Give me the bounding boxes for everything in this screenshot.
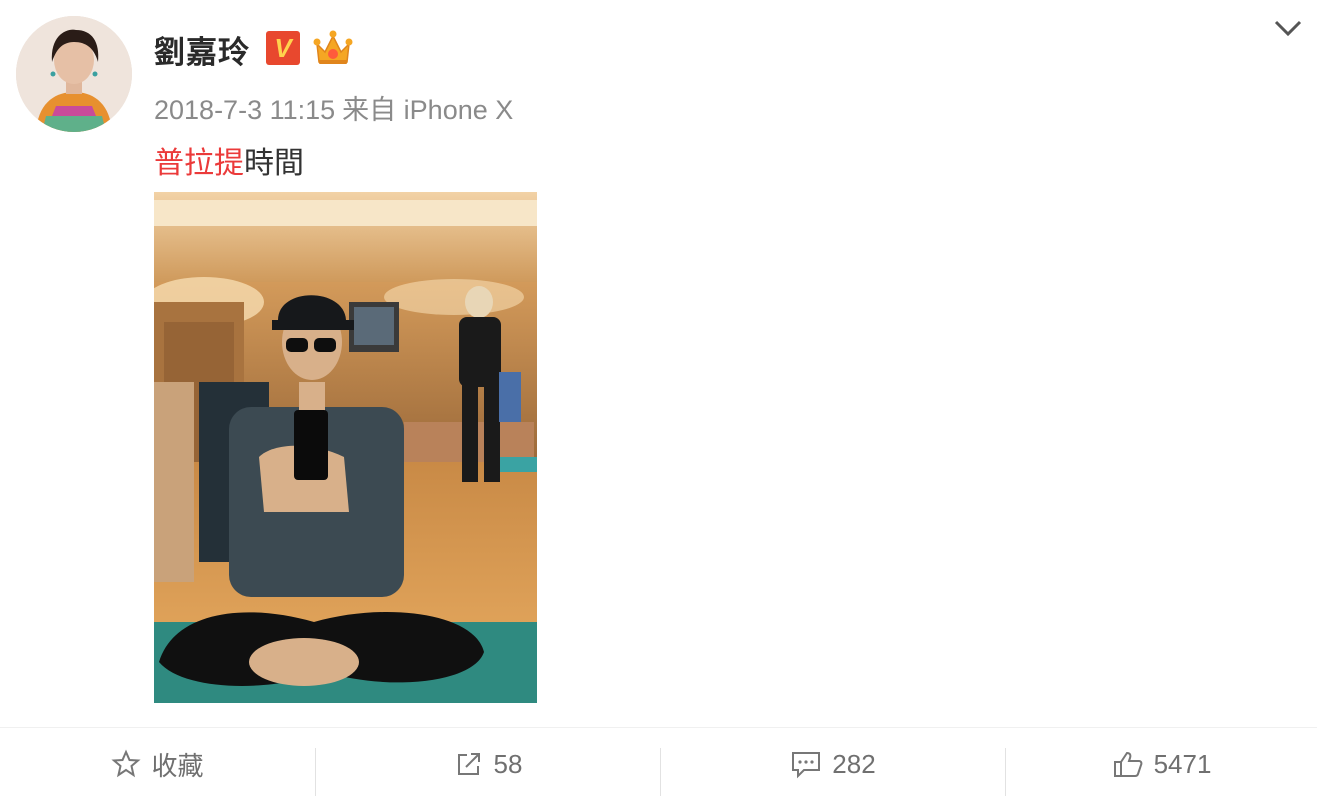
author-name[interactable]: 劉嘉玲 bbox=[154, 27, 250, 72]
comment-count: 282 bbox=[832, 748, 876, 779]
source-prefix: 来自 bbox=[342, 95, 397, 125]
action-bar: 收藏 58 282 5471 bbox=[0, 727, 1317, 800]
repost-button[interactable]: 58 bbox=[316, 728, 660, 800]
avatar-image bbox=[16, 16, 132, 132]
like-button[interactable]: 5471 bbox=[1006, 728, 1317, 800]
expand-chevron-icon[interactable] bbox=[1272, 14, 1304, 42]
comment-icon bbox=[792, 752, 821, 779]
comment-button[interactable]: 282 bbox=[661, 728, 1005, 800]
post-text: 普拉提時間 bbox=[154, 138, 304, 182]
source-device[interactable]: iPhone X bbox=[404, 95, 514, 125]
thumbs-up-icon bbox=[1113, 751, 1142, 777]
post-meta: 2018-7-3 11:15 来自 iPhone X bbox=[154, 88, 513, 127]
topic-link[interactable]: 普拉提 bbox=[154, 147, 244, 180]
crown-icon[interactable] bbox=[311, 26, 355, 68]
like-count: 5471 bbox=[1153, 748, 1212, 779]
favorite-label: 收藏 bbox=[151, 750, 204, 781]
timestamp[interactable]: 2018-7-3 11:15 bbox=[154, 95, 335, 125]
post-photo bbox=[154, 192, 537, 703]
post-image[interactable] bbox=[154, 192, 537, 703]
share-icon bbox=[457, 753, 480, 775]
star-icon bbox=[111, 749, 142, 778]
avatar[interactable] bbox=[16, 16, 132, 132]
verified-icon[interactable]: V bbox=[266, 31, 300, 65]
favorite-button[interactable]: 收藏 bbox=[0, 728, 315, 800]
post-body: 時間 bbox=[244, 147, 304, 180]
repost-count: 58 bbox=[493, 748, 523, 779]
